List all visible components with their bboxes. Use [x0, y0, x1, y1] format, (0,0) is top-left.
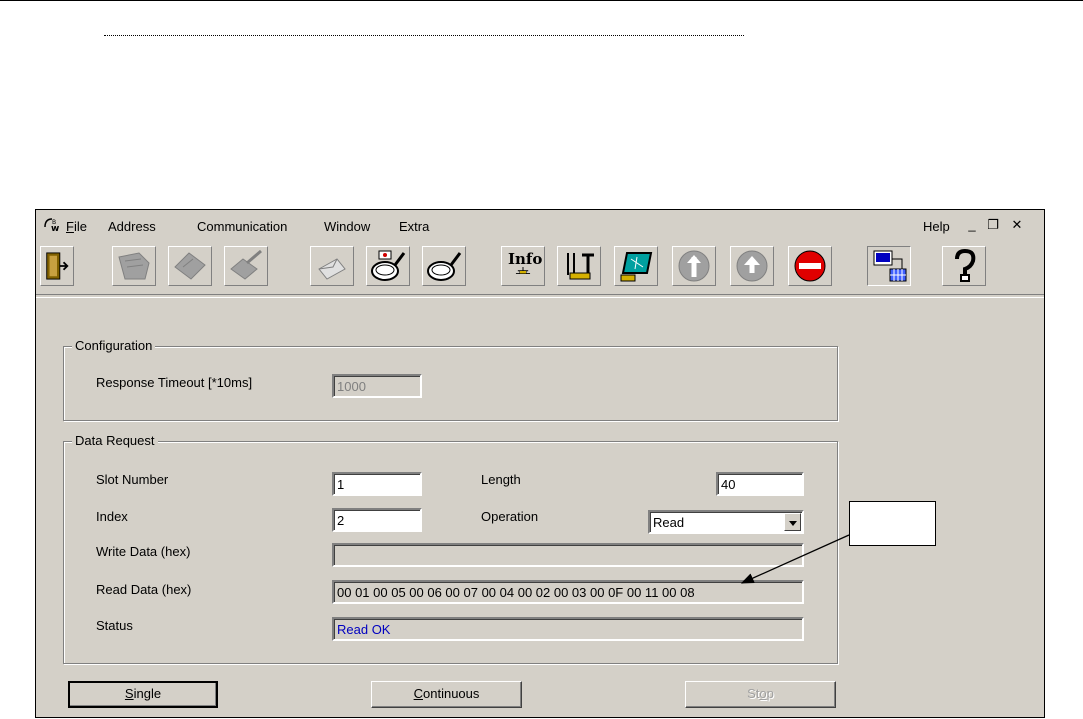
- menu-communication[interactable]: Communication: [197, 219, 287, 234]
- dotted-divider: [104, 35, 744, 36]
- edit-device-button[interactable]: [224, 246, 268, 286]
- download-icon: [736, 250, 768, 282]
- search-icon: [427, 252, 462, 281]
- download-button[interactable]: [730, 246, 774, 286]
- upload-icon: [678, 250, 710, 282]
- app-logo-icon: w B: [44, 218, 59, 233]
- callout-box: [849, 501, 936, 546]
- network-config-button[interactable]: [867, 246, 911, 286]
- edit-device-icon: [230, 249, 262, 280]
- menu-address[interactable]: Address: [108, 219, 156, 234]
- menu-help[interactable]: Help: [923, 219, 950, 234]
- slot-number-field[interactable]: 1: [332, 472, 422, 496]
- read-device-button[interactable]: [112, 246, 156, 286]
- status-field: Read OK: [332, 617, 804, 641]
- exit-button[interactable]: [40, 246, 74, 286]
- chevron-down-icon[interactable]: [784, 513, 801, 531]
- menu-extra[interactable]: Extra: [399, 219, 429, 234]
- write-device-icon: [174, 252, 206, 280]
- mail-button[interactable]: [310, 246, 354, 286]
- write-data-label: Write Data (hex): [96, 544, 191, 559]
- info-button[interactable]: Info: [501, 246, 545, 286]
- single-button[interactable]: Single: [68, 681, 218, 708]
- operation-label: Operation: [481, 509, 539, 524]
- stop-icon: [794, 250, 826, 282]
- response-timeout-field[interactable]: 1000: [332, 374, 422, 398]
- slot-number-label: Slot Number: [96, 472, 169, 487]
- close-button[interactable]: ✕: [1010, 218, 1024, 232]
- menu-bar: w B File Address Communication Window Ex…: [36, 210, 1044, 240]
- search-button[interactable]: [422, 246, 466, 286]
- restore-button[interactable]: ❐: [986, 218, 1000, 232]
- info-icon: [515, 267, 531, 275]
- data-request-title: Data Request: [72, 433, 158, 448]
- configuration-title: Configuration: [72, 338, 156, 353]
- monitor-button[interactable]: [614, 246, 658, 286]
- read-data-label: Read Data (hex): [96, 582, 192, 597]
- operation-selected-value: Read: [653, 515, 685, 530]
- response-timeout-label: Response Timeout [*10ms]: [96, 375, 253, 390]
- length-label: Length: [481, 472, 521, 487]
- tools-button[interactable]: [557, 246, 601, 286]
- minimize-button[interactable]: _: [965, 218, 979, 232]
- info-label: Info: [508, 250, 543, 268]
- svg-text:B: B: [52, 219, 56, 226]
- stop-button: Stop: [685, 681, 836, 708]
- monitor-icon: [620, 252, 653, 282]
- index-label: Index: [96, 509, 128, 524]
- toolbar: Info: [36, 242, 1044, 290]
- continuous-button[interactable]: Continuous: [371, 681, 522, 708]
- mail-icon: [318, 258, 346, 280]
- help-button[interactable]: [942, 246, 986, 286]
- network-config-icon: [873, 250, 907, 282]
- menu-file[interactable]: File: [66, 219, 87, 234]
- operation-select[interactable]: Read: [648, 510, 804, 534]
- tools-icon: [567, 253, 594, 280]
- app-window: w B File Address Communication Window Ex…: [35, 209, 1045, 718]
- search-live-icon: [371, 250, 406, 281]
- index-field[interactable]: 2: [332, 508, 422, 532]
- help-icon: [955, 249, 976, 282]
- page-top-rule: [0, 0, 1083, 1]
- read-data-field[interactable]: 00 01 00 05 00 06 00 07 00 04 00 02 00 0…: [332, 580, 804, 604]
- search-live-button[interactable]: [366, 246, 410, 286]
- read-device-icon: [118, 252, 150, 280]
- upload-button[interactable]: [672, 246, 716, 286]
- write-data-field[interactable]: [332, 543, 804, 567]
- write-device-button[interactable]: [168, 246, 212, 286]
- length-field[interactable]: 40: [716, 472, 804, 496]
- menu-window[interactable]: Window: [324, 219, 370, 234]
- exit-door-icon: [46, 252, 69, 280]
- stop-toolbar-button[interactable]: [788, 246, 832, 286]
- toolbar-separator: [36, 294, 1044, 298]
- status-label: Status: [96, 618, 133, 633]
